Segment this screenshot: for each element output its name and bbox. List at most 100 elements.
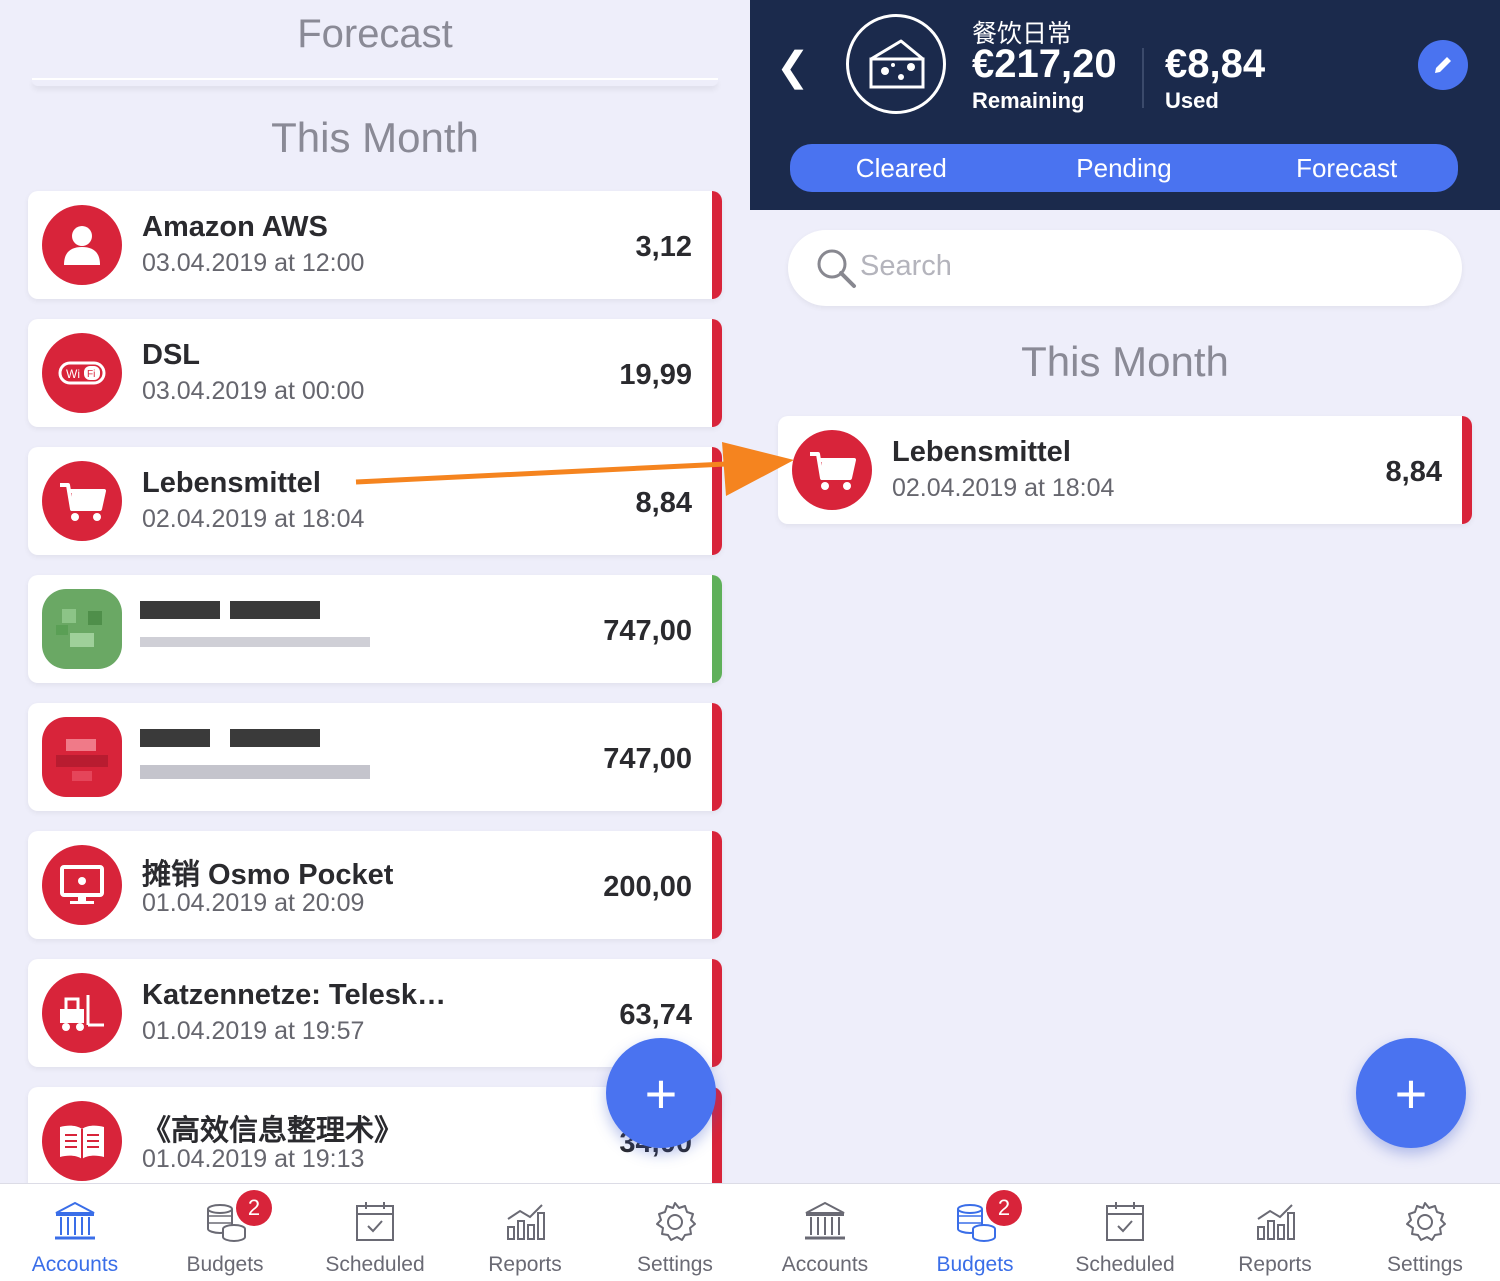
transaction-card[interactable]: Lebensmittel 02.04.2019 at 18:04 8,84 <box>778 416 1472 524</box>
transaction-amount: 19,99 <box>619 359 692 391</box>
status-bar <box>712 191 722 299</box>
back-chevron-icon[interactable]: ❮ <box>776 44 810 90</box>
section-title-this-month: This Month <box>271 114 479 161</box>
transaction-title: DSL <box>142 339 200 371</box>
notification-badge: 2 <box>986 1190 1022 1226</box>
remaining-amount: €217,20 <box>972 42 1117 86</box>
calendar-check-icon <box>1106 1202 1144 1241</box>
tab-reports[interactable]: Reports <box>1200 1184 1350 1281</box>
transaction-card[interactable]: Katzennetze: Telesk… 01.04.2019 at 19:57… <box>28 959 722 1067</box>
notification-badge: 2 <box>236 1190 272 1226</box>
search-icon <box>817 249 856 288</box>
transaction-amount: 747,00 <box>603 615 692 647</box>
remaining-label: Remaining <box>972 88 1085 113</box>
forecast-header: Forecast <box>297 12 453 56</box>
shopping-cart-icon <box>792 430 872 510</box>
calendar-check-icon <box>356 1202 394 1241</box>
transaction-title: 《高效信息整理术》 <box>142 1115 404 1147</box>
annotation-arrow <box>355 442 794 496</box>
computer-icon <box>42 845 122 925</box>
tab-label: Settings <box>1387 1253 1463 1276</box>
status-bar <box>712 831 722 939</box>
transaction-date: 02.04.2019 at 18:04 <box>892 474 1115 502</box>
transaction-title: Amazon AWS <box>142 211 328 243</box>
bank-icon <box>805 1201 845 1240</box>
tab-label: Scheduled <box>325 1253 425 1276</box>
chart-icon <box>1257 1204 1295 1240</box>
tab-scheduled[interactable]: Scheduled <box>300 1184 450 1281</box>
pixelated-icon <box>42 717 122 797</box>
segment-pending[interactable]: Pending <box>1013 144 1236 192</box>
transaction-title: Lebensmittel <box>892 436 1071 468</box>
tab-label: Budgets <box>936 1253 1014 1276</box>
tab-label: Reports <box>1238 1253 1312 1276</box>
tab-reports[interactable]: Reports <box>450 1184 600 1281</box>
transaction-date: 01.04.2019 at 20:09 <box>142 889 365 917</box>
tab-label: Accounts <box>781 1253 869 1276</box>
used-amount: €8,84 <box>1165 42 1266 86</box>
transaction-date: 01.04.2019 at 19:57 <box>142 1017 365 1045</box>
tab-label: Settings <box>637 1253 713 1276</box>
tab-settings[interactable]: Settings <box>1350 1184 1500 1281</box>
wifi-icon: Wi Fi <box>42 333 122 413</box>
tab-accounts[interactable]: Accounts <box>750 1184 900 1281</box>
transaction-amount: 8,84 <box>1385 456 1442 488</box>
status-bar <box>1462 416 1472 524</box>
search-placeholder: Search <box>860 250 952 282</box>
tab-label: Accounts <box>31 1253 119 1276</box>
transaction-card[interactable]: Amazon AWS 03.04.2019 at 12:00 3,12 <box>28 191 722 299</box>
gear-icon <box>1406 1202 1446 1241</box>
status-bar <box>712 959 722 1067</box>
segment-forecast[interactable]: Forecast <box>1235 144 1458 192</box>
transaction-card[interactable]: 747,00 <box>28 703 722 811</box>
add-transaction-button[interactable]: + <box>1356 1038 1466 1148</box>
transaction-amount: 200,00 <box>603 871 692 903</box>
transaction-date: 01.04.2019 at 19:13 <box>142 1145 365 1173</box>
add-transaction-button[interactable]: + <box>606 1038 716 1148</box>
status-bar <box>712 319 722 427</box>
tab-label: Reports <box>488 1253 562 1276</box>
svg-text:Wi: Wi <box>66 367 80 381</box>
tab-settings[interactable]: Settings <box>600 1184 750 1281</box>
transaction-amount: 747,00 <box>603 743 692 775</box>
budget-detail-screen: ❮ 餐饮日常 €217,20 Remaining €8,84 Used Clea… <box>750 0 1500 1281</box>
transaction-date: 02.04.2019 at 18:04 <box>142 505 365 533</box>
transaction-date: 03.04.2019 at 00:00 <box>142 377 365 405</box>
tab-scheduled[interactable]: Scheduled <box>1050 1184 1200 1281</box>
status-bar <box>712 703 722 811</box>
search-input[interactable]: Search <box>788 230 1462 306</box>
forecast-divider <box>32 78 718 86</box>
transaction-card[interactable]: 747,00 <box>28 575 722 683</box>
person-icon <box>42 205 122 285</box>
header-divider <box>1142 48 1144 108</box>
transaction-title: Lebensmittel <box>142 467 321 499</box>
transaction-amount: 63,74 <box>619 999 692 1031</box>
tab-accounts[interactable]: Accounts <box>0 1184 150 1281</box>
budget-header: ❮ 餐饮日常 €217,20 Remaining €8,84 Used Clea… <box>750 0 1500 210</box>
transaction-amount: 3,12 <box>635 231 692 263</box>
forklift-icon <box>42 973 122 1053</box>
cheese-icon <box>846 14 946 114</box>
chart-icon <box>507 1204 545 1240</box>
tab-label: Budgets <box>186 1253 264 1276</box>
status-bar <box>712 575 722 683</box>
tab-label: Scheduled <box>1075 1253 1175 1276</box>
transaction-title: Katzennetze: Telesk… <box>142 979 447 1011</box>
tab-bar: Accounts Budgets 2 Scheduled Reports Set… <box>0 1183 750 1281</box>
book-icon <box>42 1101 122 1181</box>
transaction-date: 03.04.2019 at 12:00 <box>142 249 365 277</box>
transaction-title: 摊销 Osmo Pocket <box>142 859 394 891</box>
edit-button[interactable] <box>1418 40 1468 90</box>
tab-budgets[interactable]: Budgets 2 <box>900 1184 1050 1281</box>
status-segmented-control: Cleared Pending Forecast <box>790 144 1458 192</box>
pencil-icon <box>1435 57 1451 73</box>
transaction-card[interactable]: Wi Fi DSL 03.04.2019 at 00:00 19,99 <box>28 319 722 427</box>
pixelated-icon <box>42 589 122 669</box>
transaction-card[interactable]: 摊销 Osmo Pocket 01.04.2019 at 20:09 200,0… <box>28 831 722 939</box>
tab-budgets[interactable]: Budgets 2 <box>150 1184 300 1281</box>
gear-icon <box>656 1202 696 1241</box>
svg-text:Fi: Fi <box>87 369 95 380</box>
used-label: Used <box>1165 88 1219 113</box>
bank-icon <box>55 1201 95 1240</box>
segment-cleared[interactable]: Cleared <box>790 144 1013 192</box>
